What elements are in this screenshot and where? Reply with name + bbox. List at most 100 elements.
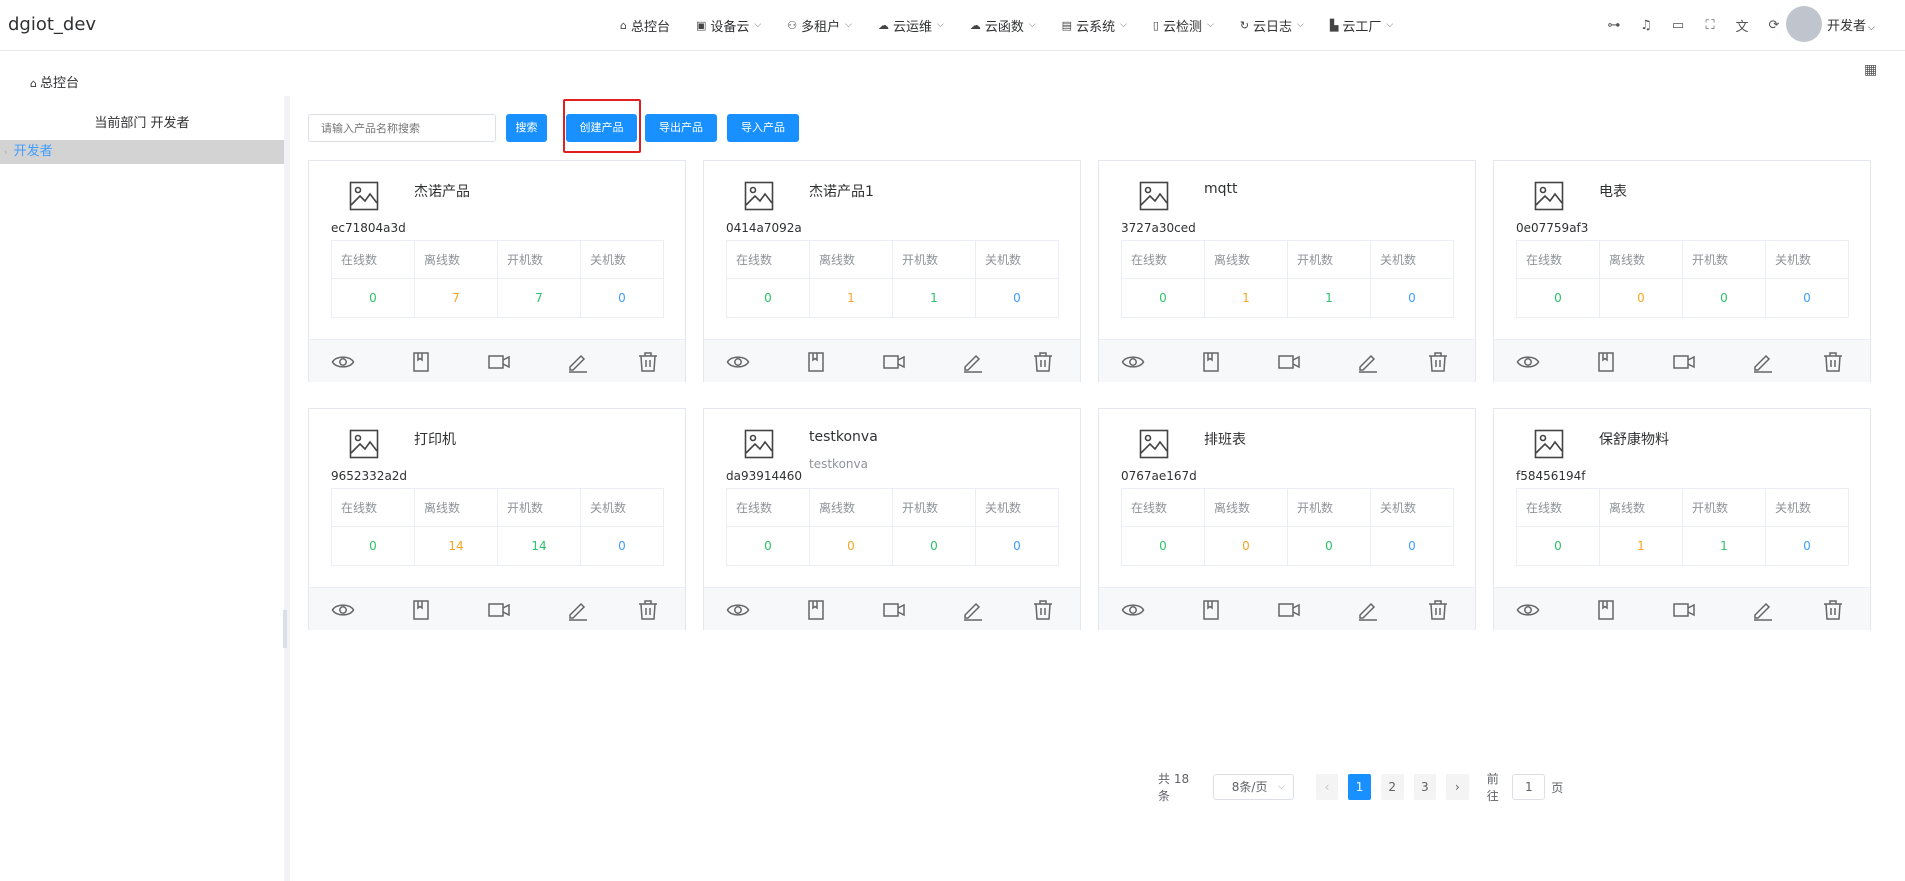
offline-count: 0: [1599, 278, 1683, 318]
page-size-value: 8条/页: [1231, 780, 1268, 794]
video-icon[interactable]: [1277, 598, 1301, 622]
nav-label: 多租户: [801, 19, 841, 35]
user-menu[interactable]: 开发者 ⌵: [1827, 15, 1875, 34]
product-id: 3727a30ced: [1121, 221, 1196, 235]
stats-header: 开机数: [1287, 240, 1371, 279]
product-name[interactable]: 杰诺产品: [414, 181, 470, 201]
document-icon[interactable]: [409, 598, 433, 622]
nav-item-device-cloud[interactable]: ▣ 设备云 ⌵: [696, 16, 761, 35]
edit-icon[interactable]: [1751, 598, 1775, 622]
nav-item-dashboard[interactable]: ⌂ 总控台: [620, 16, 670, 35]
delete-icon[interactable]: [636, 598, 660, 622]
delete-icon[interactable]: [1821, 598, 1845, 622]
video-icon[interactable]: [487, 350, 511, 374]
page-size-select[interactable]: 8条/页 ⌵: [1212, 774, 1294, 800]
video-icon[interactable]: [1672, 350, 1696, 374]
document-icon[interactable]: [804, 350, 828, 374]
view-icon[interactable]: [726, 598, 750, 622]
function-icon: ☁: [969, 18, 981, 32]
delete-icon[interactable]: [1426, 350, 1450, 374]
nav-label: 云日志: [1253, 19, 1293, 35]
edit-icon[interactable]: [1356, 598, 1380, 622]
app-title[interactable]: dgiot_dev: [8, 14, 96, 35]
view-icon[interactable]: [1516, 598, 1540, 622]
video-icon[interactable]: [487, 598, 511, 622]
search-input[interactable]: [308, 114, 496, 142]
video-icon[interactable]: [882, 598, 906, 622]
nav-item-cloud-ops[interactable]: ☁ 云运维 ⌵: [878, 16, 944, 35]
power-off-count: 0: [1370, 526, 1454, 566]
edit-icon[interactable]: [1751, 350, 1775, 374]
online-count: 0: [331, 526, 415, 566]
product-name[interactable]: 打印机: [414, 429, 456, 449]
tree-icon[interactable]: ⊶: [1598, 18, 1630, 33]
document-icon[interactable]: [804, 598, 828, 622]
video-icon[interactable]: [1277, 350, 1301, 374]
product-name[interactable]: 电表: [1599, 181, 1627, 201]
tag-dashboard[interactable]: ⌂ 总控台: [30, 72, 79, 91]
product-name[interactable]: testkonva: [809, 429, 878, 445]
product-name[interactable]: mqtt: [1204, 181, 1238, 197]
nav-item-cloud-test[interactable]: ▯ 云检测 ⌵: [1153, 16, 1214, 35]
document-icon[interactable]: [1594, 598, 1618, 622]
document-icon[interactable]: ▭: [1662, 18, 1694, 33]
document-icon[interactable]: [1199, 350, 1223, 374]
fullscreen-icon[interactable]: ⛶: [1694, 18, 1726, 33]
delete-icon[interactable]: [1031, 598, 1055, 622]
device-stats-table: 在线数 离线数 开机数 关机数 0 1 1 0: [1121, 240, 1454, 318]
product-card: testkonva testkonva da93914460 在线数 离线数 开机数 关机数…: [703, 408, 1081, 630]
delete-icon[interactable]: [1426, 598, 1450, 622]
nav-label: 总控台: [630, 19, 670, 35]
translate-icon[interactable]: 文: [1726, 16, 1758, 35]
view-icon[interactable]: [331, 598, 355, 622]
product-id: 9652332a2d: [331, 469, 408, 483]
delete-icon[interactable]: [1031, 350, 1055, 374]
power-on-count: 1: [1682, 526, 1766, 566]
video-icon[interactable]: [1672, 598, 1696, 622]
product-name[interactable]: 杰诺产品1: [809, 181, 874, 201]
avatar[interactable]: [1786, 6, 1822, 42]
view-icon[interactable]: [1516, 350, 1540, 374]
main-nav: ⌂ 总控台 ▣ 设备云 ⌵ ⚇ 多租户 ⌵ ☁ 云运维 ⌵ ☁ 云函数 ⌵ ▤ 云系统 ⌵ ▯ 云检测 ⌵…: [620, 0, 1419, 50]
prev-page-button[interactable]: ‹: [1315, 774, 1339, 800]
nav-item-cloud-factory[interactable]: ▙ 云工厂 ⌵: [1330, 16, 1393, 35]
edit-icon[interactable]: [961, 598, 985, 622]
nav-item-cloud-log[interactable]: ↻ 云日志 ⌵: [1240, 16, 1304, 35]
sidebar-resize-handle[interactable]: [283, 610, 287, 648]
stats-header: 离线数: [1204, 240, 1288, 279]
product-id: ec71804a3d: [331, 221, 406, 235]
edit-icon[interactable]: [566, 598, 590, 622]
view-icon[interactable]: [1121, 598, 1145, 622]
stats-header: 在线数: [331, 240, 415, 279]
next-page-button[interactable]: ›: [1446, 774, 1469, 800]
video-icon[interactable]: [882, 350, 906, 374]
view-icon[interactable]: [331, 350, 355, 374]
page-1-button[interactable]: 1: [1348, 774, 1371, 800]
delete-icon[interactable]: [636, 350, 660, 374]
page-2-button[interactable]: 2: [1380, 774, 1404, 800]
document-icon[interactable]: [1594, 350, 1618, 374]
edit-icon[interactable]: [1356, 350, 1380, 374]
import-product-button[interactable]: 导入产品: [727, 114, 799, 142]
product-name[interactable]: 保舒康物料: [1599, 429, 1669, 449]
delete-icon[interactable]: [1821, 350, 1845, 374]
home-icon: ⌂: [620, 18, 627, 32]
page-3-button[interactable]: 3: [1413, 774, 1437, 800]
view-icon[interactable]: [1121, 350, 1145, 374]
nav-item-cloud-function[interactable]: ☁ 云函数 ⌵: [970, 16, 1036, 35]
edit-icon[interactable]: [961, 350, 985, 374]
tree-item-developer[interactable]: › 开发者: [0, 140, 284, 164]
goto-page-input[interactable]: 1: [1512, 774, 1546, 800]
edit-icon[interactable]: [566, 350, 590, 374]
search-button[interactable]: 搜索: [506, 114, 547, 142]
product-name[interactable]: 排班表: [1204, 429, 1246, 449]
stats-header: 离线数: [1599, 488, 1683, 527]
document-icon[interactable]: [409, 350, 433, 374]
view-icon[interactable]: [726, 350, 750, 374]
export-product-button[interactable]: 导出产品: [645, 114, 717, 142]
nav-item-multi-tenant[interactable]: ⚇ 多租户 ⌵: [787, 16, 852, 35]
nav-item-cloud-system[interactable]: ▤ 云系统 ⌵: [1062, 16, 1127, 35]
document-icon[interactable]: [1199, 598, 1223, 622]
bell-icon[interactable]: ♫: [1630, 18, 1662, 33]
grid-icon[interactable]: ▦: [1864, 62, 1877, 78]
